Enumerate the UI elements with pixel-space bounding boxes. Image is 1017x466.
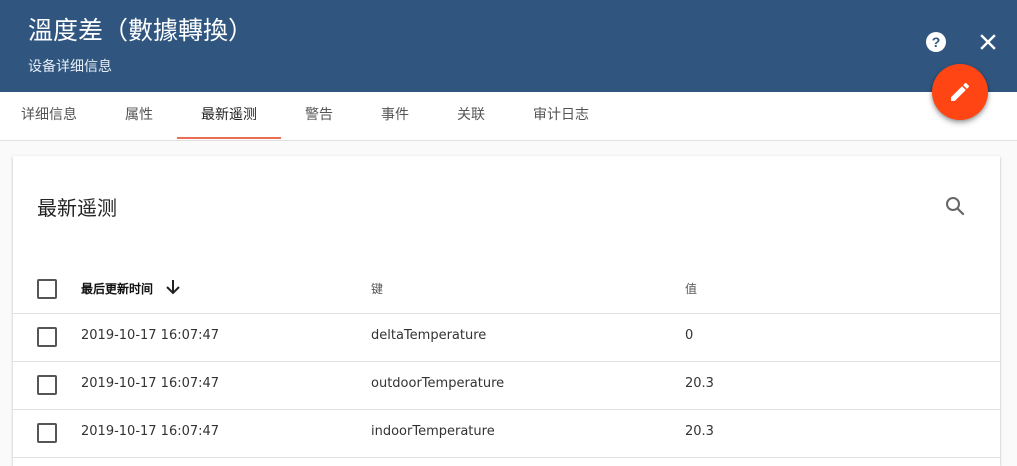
tab-details[interactable]: 详细信息 [0, 92, 98, 140]
cell-key: indoorTemperature [371, 424, 495, 439]
column-header-value: 值 [685, 282, 698, 296]
row-checkbox[interactable] [37, 375, 57, 395]
tab-events[interactable]: 事件 [357, 92, 433, 140]
table-header-row: 最后更新时间 键 值 [13, 265, 1000, 314]
column-header-last-update[interactable]: 最后更新时间 [81, 280, 153, 297]
tab-audit-logs[interactable]: 审计日志 [509, 92, 613, 140]
row-checkbox[interactable] [37, 423, 57, 443]
tab-relations[interactable]: 关联 [433, 92, 509, 140]
close-icon [980, 34, 996, 50]
cell-value: 20.3 [685, 376, 714, 391]
active-tab-indicator [177, 137, 281, 139]
row-checkbox[interactable] [37, 327, 57, 347]
tab-bar: 详细信息 属性 最新遥测 警告 事件 关联 审计日志 [0, 92, 1017, 141]
cell-time: 2019-10-17 16:07:47 [81, 424, 220, 439]
search-button[interactable] [943, 194, 967, 218]
close-button[interactable] [976, 30, 1000, 54]
help-button[interactable]: ? [924, 30, 948, 54]
cell-value: 0 [685, 328, 694, 343]
dialog-header: 溫度差（數據轉換） 设备详细信息 ? [0, 0, 1017, 92]
device-title: 溫度差（數據轉換） [28, 16, 254, 45]
card-title: 最新遥测 [37, 196, 117, 220]
table-row[interactable]: 2019-10-17 16:07:47 outdoorTemperature 2… [13, 361, 1000, 410]
cell-value: 20.3 [685, 424, 714, 439]
cell-key: deltaTemperature [371, 328, 487, 343]
table-row[interactable]: 2019-10-17 16:07:47 indoorTemperature 20… [13, 409, 1000, 458]
help-circle-icon: ? [926, 32, 946, 52]
tab-latest-telemetry[interactable]: 最新遥测 [177, 92, 281, 140]
pencil-icon [951, 82, 970, 101]
select-all-checkbox[interactable] [37, 279, 57, 299]
table-row[interactable]: 2019-10-17 16:07:47 deltaTemperature 0 [13, 313, 1000, 362]
tab-alarms[interactable]: 警告 [281, 92, 357, 140]
cell-key: outdoorTemperature [371, 376, 505, 391]
edit-fab-button[interactable] [932, 64, 988, 120]
search-icon [946, 197, 965, 216]
cell-time: 2019-10-17 16:07:47 [81, 328, 220, 343]
device-subtitle: 设备详细信息 [28, 59, 112, 75]
cell-time: 2019-10-17 16:07:47 [81, 376, 220, 391]
arrow-down-icon[interactable] [163, 277, 183, 297]
column-header-key: 键 [371, 282, 384, 296]
telemetry-card: 最新遥测 最后更新时间 键 值 2019-10-17 16:07:47 delt… [13, 156, 1000, 466]
tab-attributes[interactable]: 属性 [98, 92, 180, 140]
